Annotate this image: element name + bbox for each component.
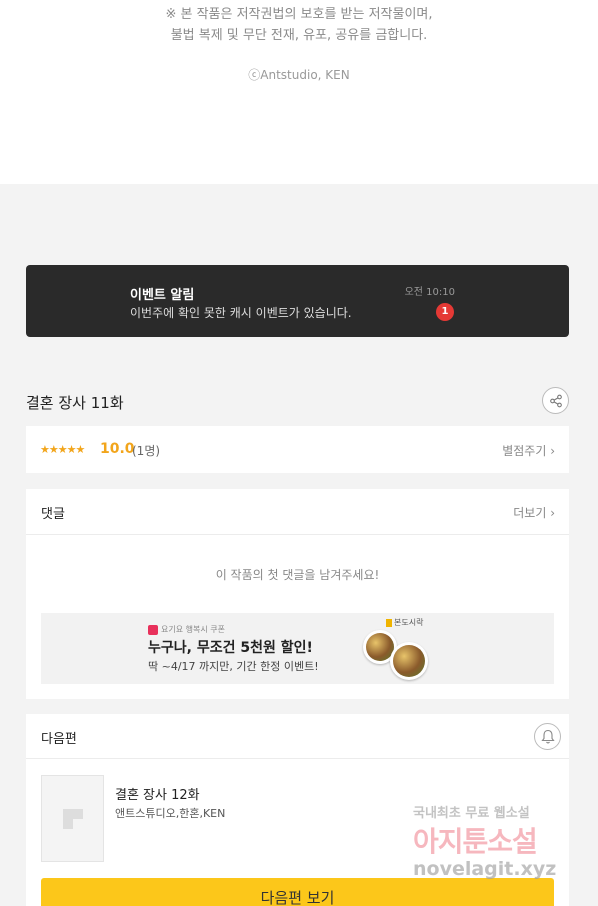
ad-brand: 본도시락 [386, 617, 423, 628]
next-episode-label: 다음편 [41, 732, 77, 747]
next-episode-author: 앤트스튜디오,한혼,KEN [115, 807, 226, 820]
ad-tag: 요기요 행복시 쿠폰 [148, 624, 225, 635]
event-description: 이번주에 확인 못한 캐시 이벤트가 있습니다. [130, 306, 352, 320]
next-episode-header: 다음편 [26, 714, 569, 759]
copyright-holder: ⓒAntstudio, KEN [248, 68, 350, 82]
share-icon [550, 394, 562, 408]
comment-header: 댓글 더보기 › [26, 489, 569, 535]
bell-icon [541, 729, 555, 744]
copyright-section: ※ 본 작품은 저작권법의 보호를 받는 저작물이며, 불법 복제 및 무단 전… [0, 0, 598, 184]
episode-title: 결혼 장사 11화 [26, 394, 124, 412]
event-notification[interactable]: 이벤트 알림 이번주에 확인 못한 캐시 이벤트가 있습니다. 오전 10:10… [26, 265, 569, 337]
next-episode-thumbnail[interactable] [41, 775, 104, 862]
event-badge: 1 [436, 303, 454, 321]
rating-count: (1명) [132, 444, 161, 458]
ad-tag-text: 요기요 행복시 쿠폰 [161, 625, 225, 634]
event-title: 이벤트 알림 [130, 288, 195, 303]
rate-button[interactable]: 별점주기 › [502, 442, 555, 459]
ad-brand-text: 본도시락 [394, 618, 424, 627]
food-bowl-image [390, 642, 428, 680]
copyright-notice: ※ 본 작품은 저작권법의 보호를 받는 저작물이며, [165, 7, 433, 22]
comment-label: 댓글 [41, 507, 65, 522]
next-episode-title[interactable]: 결혼 장사 12화 [115, 784, 200, 803]
brand-logo-icon [386, 618, 392, 627]
ad-subline: 딱 ~4/17 까지만, 기간 한정 이벤트! [148, 660, 319, 673]
ad-banner[interactable]: 요기요 행복시 쿠폰 누구나, 무조건 5천원 할인! 딱 ~4/17 까지만,… [41, 613, 554, 684]
more-comments-link[interactable]: 더보기 › [513, 504, 555, 521]
watermark-tagline: 국내최초 무료 웹소설 [413, 806, 530, 821]
next-episode-button[interactable]: 다음편 보기 [41, 878, 554, 906]
watermark-logo: 아지툰소설 [413, 825, 538, 858]
empty-comment-message: 이 작품의 첫 댓글을 남겨주세요! [215, 568, 380, 582]
rating-stars: ★★★★★ [40, 443, 85, 456]
rating-score: 10.0 [100, 441, 135, 457]
comment-section: 댓글 더보기 › 이 작품의 첫 댓글을 남겨주세요! 요기요 행복시 쿠폰 누… [26, 489, 569, 699]
event-time: 오전 10:10 [404, 287, 455, 298]
notification-button[interactable] [534, 723, 561, 750]
rating-card: ★★★★★ 10.0 (1명) 별점주기 › [26, 426, 569, 473]
yogiyo-logo-icon [148, 624, 158, 635]
watermark-url: novelagit.xyz [413, 858, 557, 880]
ad-headline: 누구나, 무조건 5천원 할인! [148, 640, 313, 656]
share-button[interactable] [542, 387, 569, 414]
placeholder-image-icon [63, 809, 83, 829]
copyright-warning: 불법 복제 및 무단 전재, 유포, 공유를 금합니다. [170, 28, 428, 43]
